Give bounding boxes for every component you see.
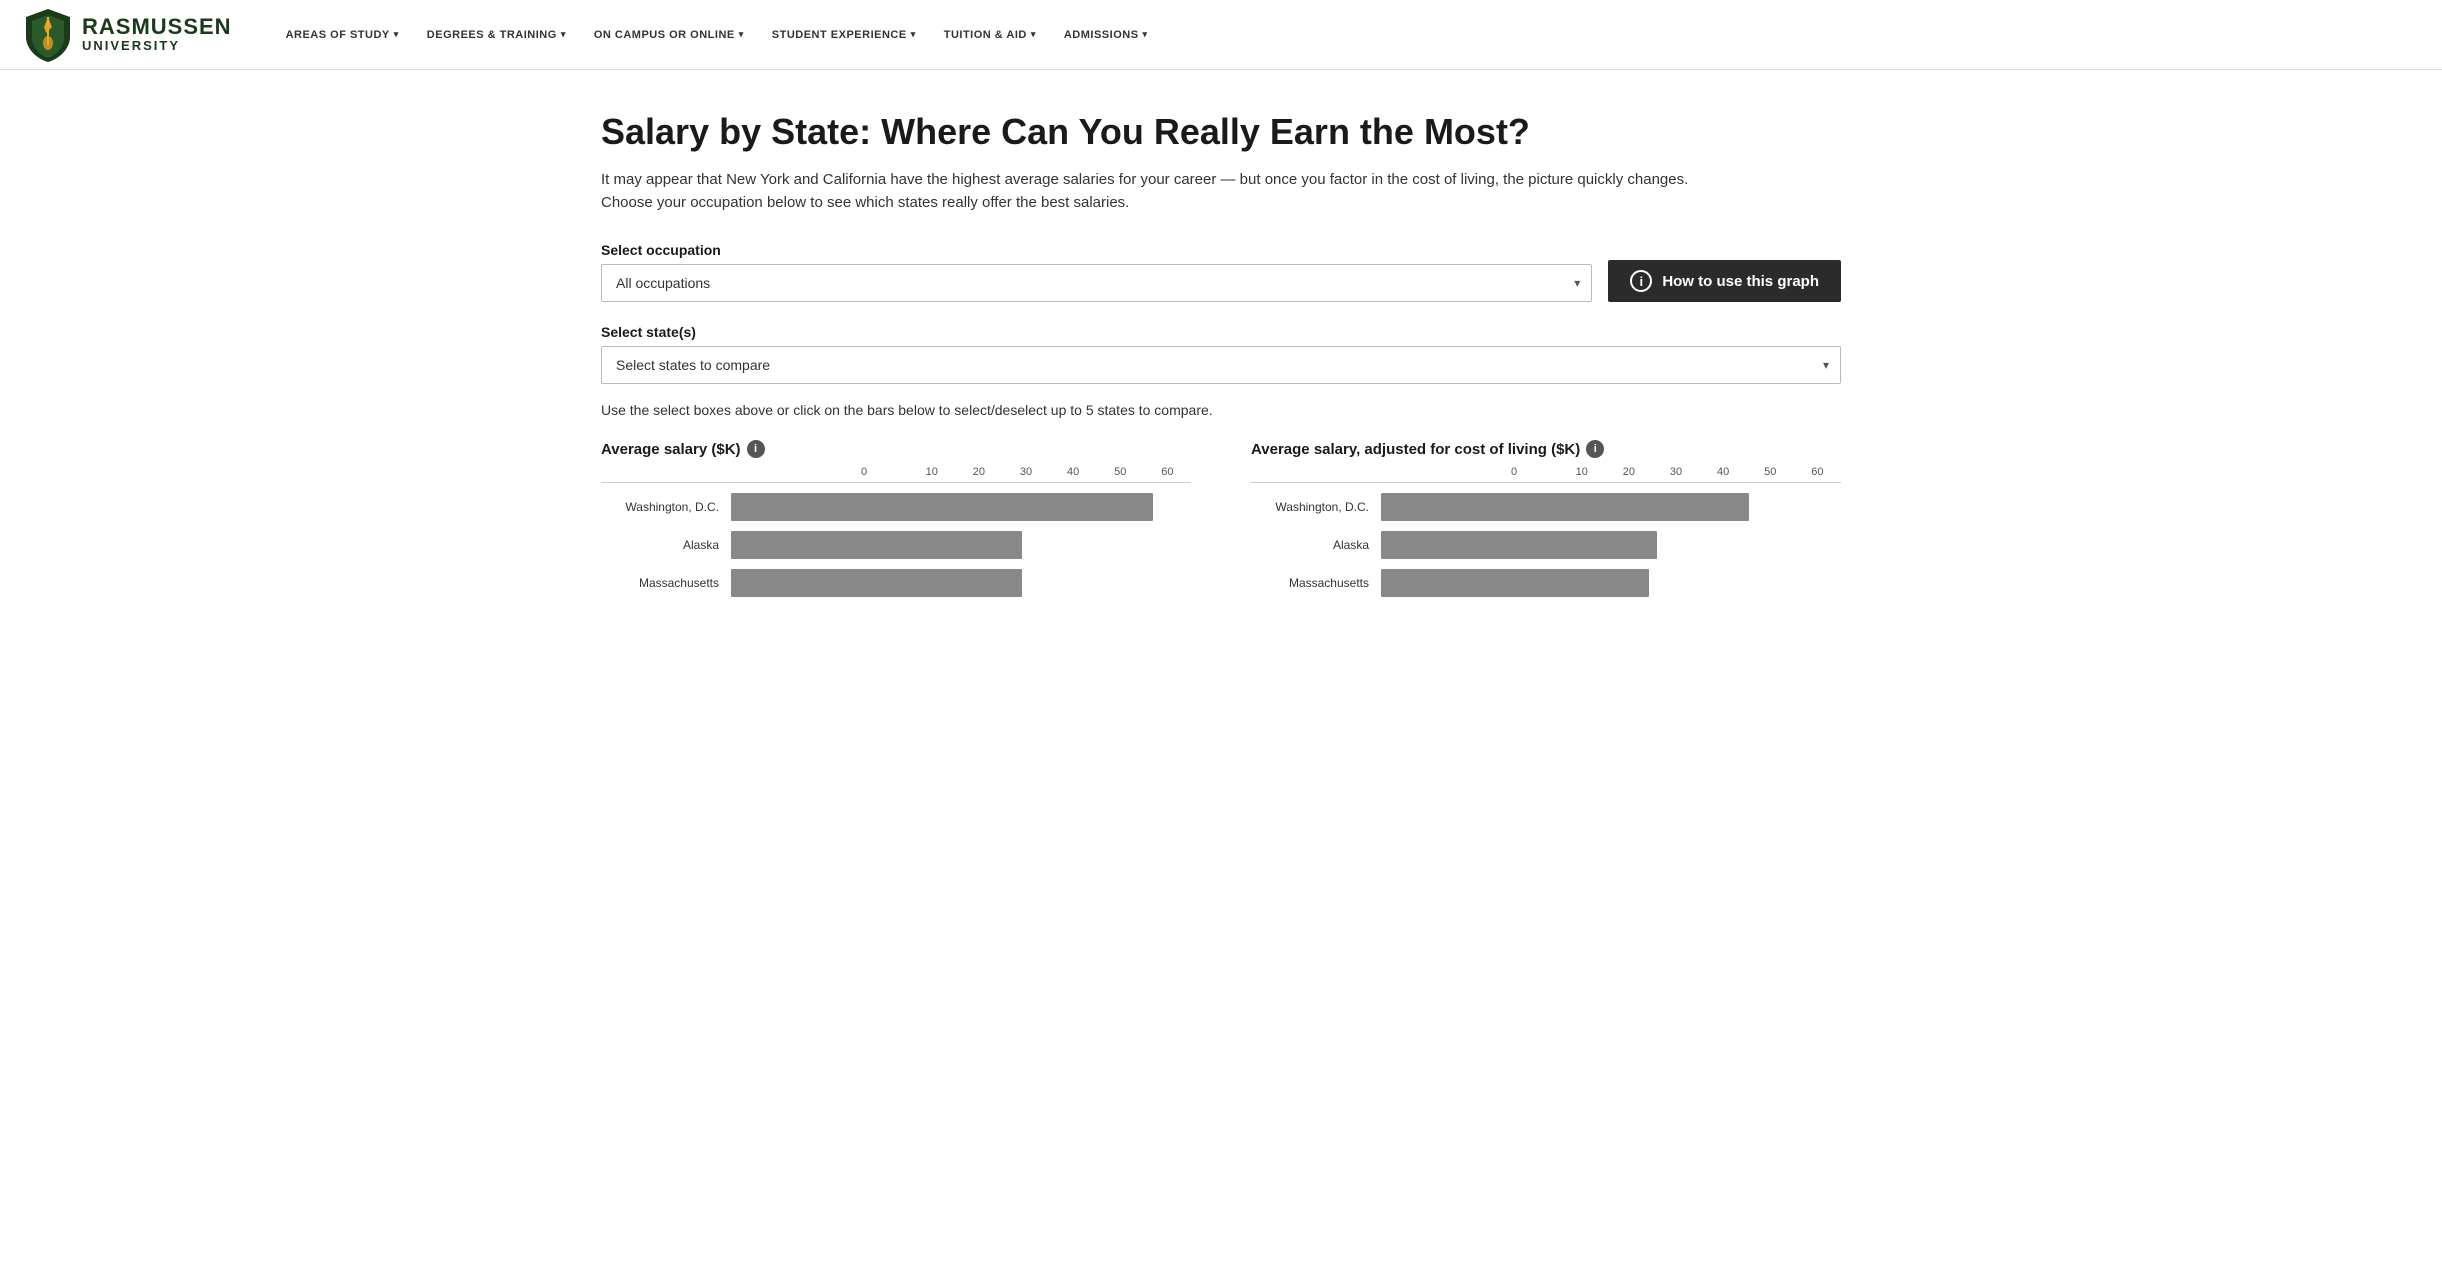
navbar: RASMUSSEN UNIVERSITY AREAS OF STUDY ▾ DE… [0, 0, 2442, 70]
info-circle-icon: i [1630, 270, 1652, 292]
chevron-down-icon: ▾ [1031, 29, 1036, 40]
right-axis-tick-40: 40 [1700, 466, 1747, 478]
nav-item-tuition-aid[interactable]: TUITION & AID ▾ [930, 29, 1050, 41]
right-axis-tick-0: 0 [1511, 466, 1558, 478]
left-chart-info-icon[interactable]: i [747, 440, 765, 458]
left-axis-tick-10: 10 [908, 466, 955, 478]
left-axis-tick-30: 30 [1002, 466, 1049, 478]
right-axis-tick-30: 30 [1652, 466, 1699, 478]
left-bar-track-alaska [731, 531, 1191, 559]
charts-container: Average salary ($K) i 0 10 20 30 40 50 6… [601, 440, 1841, 607]
state-select-container: Select states to compare ▾ [601, 346, 1841, 384]
nav-label-tuition-aid: TUITION & AID [944, 29, 1027, 41]
state-select[interactable]: Select states to compare [601, 346, 1841, 384]
left-bar-track-dc [731, 493, 1191, 521]
nav-label-admissions: ADMISSIONS [1064, 29, 1139, 41]
nav-item-on-campus-online[interactable]: ON CAMPUS OR ONLINE ▾ [580, 29, 758, 41]
logo-rasmussen: RASMUSSEN [82, 15, 232, 39]
nav-label-areas-of-study: AREAS OF STUDY [286, 29, 390, 41]
nav-item-degrees-training[interactable]: DEGREES & TRAINING ▾ [413, 29, 580, 41]
left-chart-title: Average salary ($K) i [601, 440, 1191, 458]
left-chart-title-text: Average salary ($K) [601, 441, 741, 458]
occupation-select[interactable]: All occupations [601, 264, 1592, 302]
nav-link-admissions[interactable]: ADMISSIONS ▾ [1050, 29, 1162, 41]
occupation-dropdown-wrapper: Select occupation All occupations ▾ [601, 242, 1592, 302]
nav-item-student-experience[interactable]: STUDENT EXPERIENCE ▾ [758, 29, 930, 41]
left-axis-labels: 0 10 20 30 40 50 60 [601, 466, 1191, 478]
left-bar-row-mass[interactable]: Massachusetts [601, 569, 1191, 597]
right-bar-row-dc[interactable]: Washington, D.C. [1251, 493, 1841, 521]
state-select-section: Select state(s) Select states to compare… [601, 324, 1841, 384]
nav-link-on-campus-online[interactable]: ON CAMPUS OR ONLINE ▾ [580, 29, 758, 41]
occupation-label: Select occupation [601, 242, 1592, 258]
nav-label-on-campus-online: ON CAMPUS OR ONLINE [594, 29, 735, 41]
left-chart-panel: Average salary ($K) i 0 10 20 30 40 50 6… [601, 440, 1191, 607]
left-bar-fill-dc [731, 493, 1153, 521]
right-chart-info-icon[interactable]: i [1586, 440, 1604, 458]
right-chart-title-text: Average salary, adjusted for cost of liv… [1251, 441, 1580, 458]
nav-label-degrees-training: DEGREES & TRAINING [427, 29, 557, 41]
page-title: Salary by State: Where Can You Really Ea… [601, 110, 1841, 153]
controls-row: Select occupation All occupations ▾ i Ho… [601, 242, 1841, 302]
right-bar-track-dc [1381, 493, 1841, 521]
left-state-label-dc: Washington, D.C. [601, 500, 731, 514]
right-chart-panel: Average salary, adjusted for cost of liv… [1251, 440, 1841, 607]
left-bar-fill-mass [731, 569, 1022, 597]
left-axis-tick-50: 50 [1097, 466, 1144, 478]
left-axis-tick-0: 0 [861, 466, 908, 478]
chevron-down-icon: ▾ [911, 29, 916, 40]
nav-links: AREAS OF STUDY ▾ DEGREES & TRAINING ▾ ON… [272, 29, 1162, 41]
left-bar-fill-alaska [731, 531, 1022, 559]
page-description: It may appear that New York and Californ… [601, 169, 1701, 214]
left-bar-row-alaska[interactable]: Alaska [601, 531, 1191, 559]
right-chart-title: Average salary, adjusted for cost of liv… [1251, 440, 1841, 458]
right-bar-fill-alaska [1381, 531, 1657, 559]
left-state-label-mass: Massachusetts [601, 576, 731, 590]
logo-link[interactable]: RASMUSSEN UNIVERSITY [24, 7, 232, 63]
occupation-select-container: All occupations ▾ [601, 264, 1592, 302]
left-chart-area: Washington, D.C. Alaska Massachusetts [601, 482, 1191, 597]
nav-label-student-experience: STUDENT EXPERIENCE [772, 29, 907, 41]
how-to-button-wrapper: i How to use this graph [1608, 260, 1841, 302]
right-bar-track-mass [1381, 569, 1841, 597]
chevron-down-icon: ▾ [394, 29, 399, 40]
left-axis-tick-60: 60 [1144, 466, 1191, 478]
nav-item-areas-of-study[interactable]: AREAS OF STUDY ▾ [272, 29, 413, 41]
logo-university: UNIVERSITY [82, 39, 232, 53]
nav-link-degrees-training[interactable]: DEGREES & TRAINING ▾ [413, 29, 580, 41]
logo-shield-icon [24, 7, 72, 63]
right-state-label-mass: Massachusetts [1251, 576, 1381, 590]
right-axis-tick-20: 20 [1605, 466, 1652, 478]
right-state-label-dc: Washington, D.C. [1251, 500, 1381, 514]
right-bar-track-alaska [1381, 531, 1841, 559]
state-select-label: Select state(s) [601, 324, 1841, 340]
how-to-button[interactable]: i How to use this graph [1608, 260, 1841, 302]
right-bar-fill-dc [1381, 493, 1749, 521]
how-to-label: How to use this graph [1662, 273, 1819, 290]
right-axis-tick-50: 50 [1747, 466, 1794, 478]
nav-link-student-experience[interactable]: STUDENT EXPERIENCE ▾ [758, 29, 930, 41]
left-state-label-alaska: Alaska [601, 538, 731, 552]
left-axis-tick-20: 20 [955, 466, 1002, 478]
right-axis-tick-10: 10 [1558, 466, 1605, 478]
right-bar-row-mass[interactable]: Massachusetts [1251, 569, 1841, 597]
nav-item-admissions[interactable]: ADMISSIONS ▾ [1050, 29, 1162, 41]
right-bar-row-alaska[interactable]: Alaska [1251, 531, 1841, 559]
nav-link-tuition-aid[interactable]: TUITION & AID ▾ [930, 29, 1050, 41]
chevron-down-icon: ▾ [739, 29, 744, 40]
left-bar-row-dc[interactable]: Washington, D.C. [601, 493, 1191, 521]
hint-text: Use the select boxes above or click on t… [601, 402, 1841, 418]
logo-text: RASMUSSEN UNIVERSITY [82, 15, 232, 53]
right-axis-labels: 0 10 20 30 40 50 60 [1251, 466, 1841, 478]
right-bar-fill-mass [1381, 569, 1649, 597]
right-chart-area: Washington, D.C. Alaska Massachusetts [1251, 482, 1841, 597]
left-axis-tick-40: 40 [1050, 466, 1097, 478]
right-axis-tick-60: 60 [1794, 466, 1841, 478]
left-bar-track-mass [731, 569, 1191, 597]
chevron-down-icon: ▾ [561, 29, 566, 40]
right-state-label-alaska: Alaska [1251, 538, 1381, 552]
nav-link-areas-of-study[interactable]: AREAS OF STUDY ▾ [272, 29, 413, 41]
chevron-down-icon: ▾ [1143, 29, 1148, 40]
main-content: Salary by State: Where Can You Really Ea… [571, 70, 1871, 637]
